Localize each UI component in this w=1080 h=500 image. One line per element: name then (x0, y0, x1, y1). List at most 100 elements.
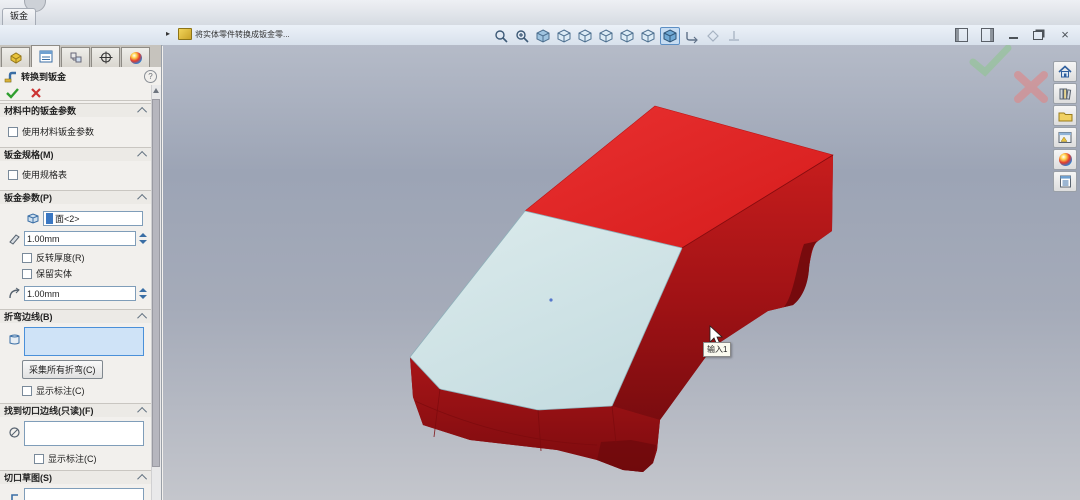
restore-button[interactable] (1032, 28, 1046, 41)
tab-dimxpert-manager[interactable] (91, 47, 120, 67)
step-down-icon (139, 240, 147, 244)
thickness-icon (8, 232, 21, 245)
truck-model[interactable] (163, 45, 1080, 500)
section-rip-edges-header[interactable]: 找到切口边线(只读)(F) (0, 403, 151, 417)
section-params-header[interactable]: 钣金参数(P) (0, 190, 151, 204)
section-bend-edges-header[interactable]: 折弯边线(B) (0, 309, 151, 323)
solidworks-window: 钣金 ▸ 将实体零件转换成钣金零... (0, 0, 1080, 500)
section-gauge-header[interactable]: 钣金规格(M) (0, 147, 151, 161)
view-cube-front-icon[interactable] (555, 28, 573, 44)
fixed-face-value: 面<2> (55, 212, 80, 225)
view-cube-back-icon[interactable] (576, 28, 594, 44)
manager-tab-strip (0, 45, 161, 67)
custom-properties-button[interactable] (1053, 171, 1077, 192)
ok-button[interactable] (5, 87, 20, 99)
rip-edges-show-callout-label: 显示标注(C) (48, 452, 97, 465)
panel-scrollbar[interactable] (151, 85, 161, 500)
view-cube-top-icon[interactable] (639, 28, 657, 44)
thickness-field[interactable]: 1.00mm (24, 231, 136, 246)
tab-feature-manager[interactable] (1, 47, 30, 67)
rip-edges-listbox[interactable] (24, 421, 144, 446)
home-resources-button[interactable] (1053, 61, 1077, 82)
zoom-to-area-icon[interactable] (513, 28, 531, 44)
thickness-stepper[interactable] (139, 231, 150, 246)
section-params-label: 钣金参数(P) (4, 191, 52, 204)
reverse-thickness-checkbox[interactable] (22, 253, 32, 263)
tab-configuration-manager[interactable] (61, 47, 90, 67)
rip-edges-row (0, 421, 151, 446)
close-button[interactable]: × (1058, 28, 1072, 41)
bend-radius-field[interactable]: 1.00mm (24, 286, 136, 301)
graphics-viewport[interactable]: 输入1 (163, 45, 1080, 500)
window-controls: × (954, 28, 1072, 41)
view-cube-left-icon[interactable] (597, 28, 615, 44)
section-view-icon[interactable] (683, 28, 701, 44)
reverse-thickness-label: 反转厚度(R) (36, 251, 85, 264)
view-palette-button[interactable] (1053, 127, 1077, 148)
confirm-accept-icon[interactable] (973, 48, 1008, 72)
bend-radius-value: 1.00mm (27, 289, 60, 299)
front-wheel[interactable] (597, 440, 656, 472)
title-bar: 钣金 (0, 0, 1080, 26)
appearances-sphere-icon (1059, 153, 1072, 166)
flyout-arrow-icon[interactable]: ▸ (166, 29, 170, 38)
bend-edges-icon (8, 333, 21, 346)
rip-edges-callout-checkbox-row: 显示标注(C) (0, 452, 151, 465)
property-manager-title: 转换到钣金 (21, 70, 66, 83)
home-icon (1058, 65, 1072, 78)
appearances-scenes-button[interactable] (1053, 149, 1077, 170)
minimize-button[interactable] (1006, 28, 1020, 41)
rip-sketches-icon (8, 492, 21, 500)
step-up-icon (139, 288, 147, 292)
scroll-up-icon[interactable] (153, 88, 159, 93)
folder-icon (1058, 110, 1073, 122)
collapse-chevron-icon (137, 151, 147, 161)
confirm-cancel-icon[interactable] (1018, 75, 1044, 99)
step-up-icon (139, 233, 147, 237)
section-material-label: 材料中的钣金参数 (4, 104, 76, 117)
fixed-face-field[interactable]: 面<2> (43, 211, 143, 226)
bend-radius-row: 1.00mm (0, 286, 151, 301)
fixed-face-icon (26, 212, 40, 225)
help-icon[interactable]: ? (144, 70, 157, 83)
collapse-chevron-icon (137, 407, 147, 417)
left-pane-icon (955, 28, 968, 42)
use-material-params-checkbox[interactable] (8, 127, 18, 137)
tab-display-manager[interactable] (121, 47, 150, 67)
normal-to-icon[interactable] (725, 28, 743, 44)
custom-properties-icon (1059, 175, 1072, 188)
view-cube-right-icon[interactable] (618, 28, 636, 44)
use-gauge-table-checkbox[interactable] (8, 170, 18, 180)
cancel-button[interactable] (30, 87, 42, 99)
command-tab-sheetmetal[interactable]: 钣金 (2, 8, 36, 25)
display-sphere-icon (130, 52, 142, 64)
collect-all-bends-button[interactable]: 采集所有折弯(C) (22, 360, 103, 379)
collect-bends-row: 采集所有折弯(C) (0, 360, 151, 379)
collapse-chevron-icon (137, 194, 147, 204)
thickness-value: 1.00mm (27, 234, 60, 244)
display-style-shaded-edges-icon[interactable] (660, 27, 680, 45)
zoom-to-fit-icon[interactable] (492, 28, 510, 44)
rip-sketches-listbox[interactable] (24, 488, 144, 500)
view-cube-shaded-icon[interactable] (534, 28, 552, 44)
feature-breadcrumb[interactable]: 将实体零件转换成钣金零... (178, 28, 290, 40)
keep-body-checkbox[interactable] (22, 269, 32, 279)
design-library-button[interactable] (1053, 83, 1077, 104)
bend-show-callout-checkbox[interactable] (22, 386, 32, 396)
view-orientation-icon[interactable] (704, 28, 722, 44)
file-explorer-button[interactable] (1053, 105, 1077, 126)
bend-edges-listbox[interactable] (24, 327, 144, 356)
section-material-header[interactable]: 材料中的钣金参数 (0, 103, 151, 117)
section-rip-sketches-header[interactable]: 切口草图(S) (0, 470, 151, 484)
bend-radius-stepper[interactable] (139, 286, 150, 301)
design-library-icon (1058, 87, 1072, 100)
tab-property-manager[interactable] (31, 45, 60, 67)
toggle-right-pane-button[interactable] (980, 28, 994, 41)
scrollbar-thumb[interactable] (152, 99, 160, 467)
thickness-row: 1.00mm (0, 231, 151, 246)
heads-up-toolbar (492, 27, 743, 45)
minimize-icon (1009, 37, 1018, 39)
rip-edges-show-callout-checkbox[interactable] (34, 454, 44, 464)
toggle-left-pane-button[interactable] (954, 28, 968, 41)
step-down-icon (139, 295, 147, 299)
